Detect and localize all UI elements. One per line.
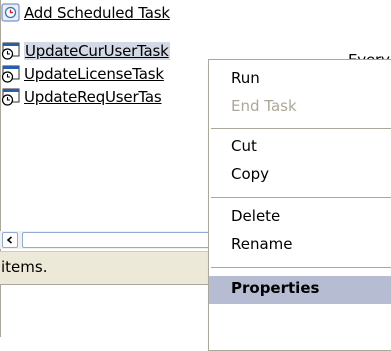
status-text: items. [1,258,48,276]
menu-item-label: Cut [231,137,257,155]
menu-item-delete[interactable]: Delete [209,204,391,232]
add-task-icon [1,3,20,22]
scheduled-task-icon [1,65,20,83]
menu-item-run[interactable]: Run [209,66,391,94]
menu-item-rename[interactable]: Rename [209,232,391,260]
menu-separator [211,128,391,129]
task-item-updatecurusertask[interactable]: UpdateCurUserTask [0,40,170,62]
scroll-left-button[interactable] [2,232,18,248]
menu-item-copy[interactable]: Copy [209,162,391,190]
status-bar: items. [0,251,212,285]
menu-item-label: Copy [231,165,270,183]
menu-item-cut[interactable]: Cut [209,134,391,162]
menu-item-label: Rename [231,235,293,253]
scheduled-task-icon [1,88,20,106]
scheduled-task-icon [1,42,20,60]
menu-item-label: Run [231,69,260,87]
menu-item-label: End Task [231,97,297,115]
context-menu: Run End Task Cut Copy Delete Rename Prop… [208,59,391,351]
menu-item-end-task: End Task [209,94,391,122]
menu-separator [211,267,391,268]
menu-item-label: Delete [231,207,281,225]
task-label: UpdateReqUserTas [24,88,162,106]
menu-item-label: Properties [231,279,320,297]
task-item-updatelicensetask[interactable]: UpdateLicenseTask [0,63,164,85]
task-label: UpdateCurUserTask [24,42,170,60]
task-label: Add Scheduled Task [24,4,170,22]
task-label: UpdateLicenseTask [24,65,164,83]
task-item-updaterequsertask[interactable]: UpdateReqUserTas [0,86,162,108]
menu-separator [211,197,391,198]
chevron-left-icon [6,236,13,244]
horizontal-scrollbar[interactable] [0,231,212,249]
scrollbar-thumb[interactable] [22,232,212,248]
task-item-add-scheduled-task[interactable]: Add Scheduled Task [0,2,170,24]
menu-item-properties[interactable]: Properties [209,276,391,304]
